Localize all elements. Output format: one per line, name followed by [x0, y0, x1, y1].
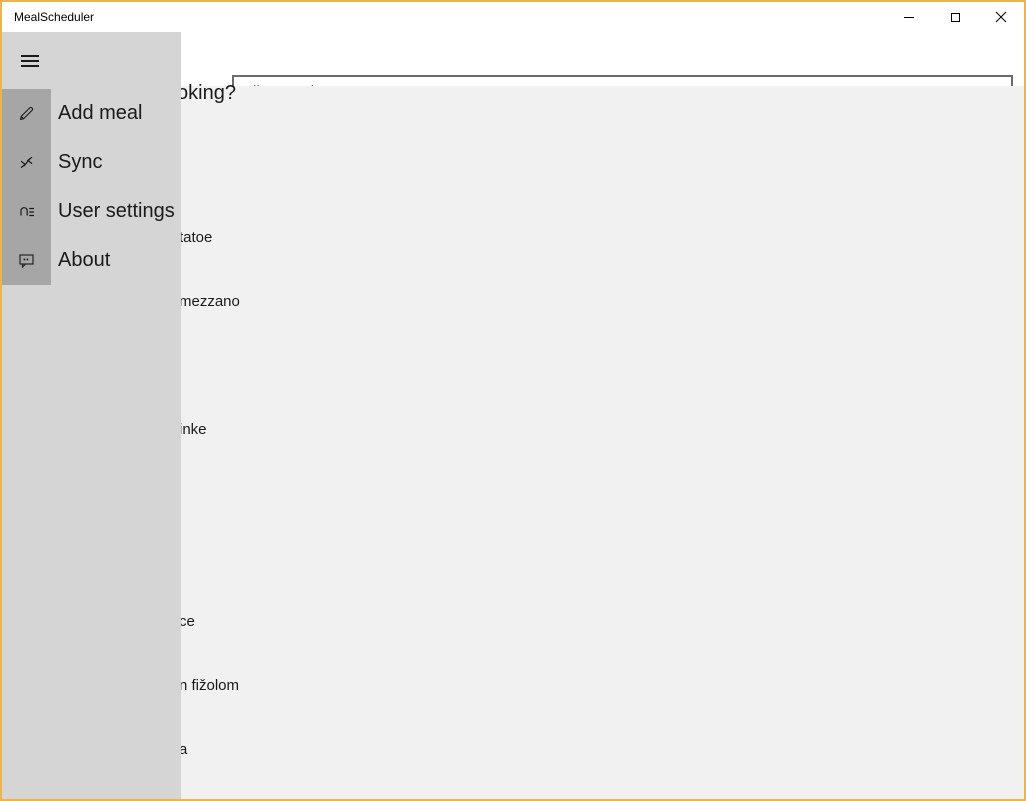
sync-icon: [20, 156, 33, 169]
nav-item-label: User settings: [58, 200, 175, 222]
maximize-button[interactable]: [932, 2, 978, 32]
meal-list-item[interactable]: ce: [179, 612, 195, 632]
nav-item-sync[interactable]: Sync: [2, 138, 181, 187]
nav-item-user-settings[interactable]: User settings: [2, 187, 181, 236]
nav-item-label: Add meal: [58, 102, 143, 124]
minimize-button[interactable]: [886, 2, 932, 32]
window-title: MealScheduler: [14, 10, 95, 24]
hamburger-icon: [21, 55, 39, 67]
feedback-bubble-icon: [19, 254, 34, 269]
meal-list-item[interactable]: mezzano: [179, 292, 240, 312]
meal-list-item[interactable]: n fižolom: [179, 676, 239, 696]
nav-pane: Add meal Sync User settings About: [2, 32, 181, 799]
app-window: MealScheduler oking? tatoe mezzano inke …: [0, 0, 1026, 801]
nav-item-label: Sync: [58, 151, 103, 173]
title-bar: MealScheduler: [2, 2, 1024, 32]
close-icon: [995, 11, 1007, 23]
nav-items: Add meal Sync User settings About: [2, 89, 181, 285]
pencil-icon: [19, 106, 34, 121]
maximize-icon: [950, 12, 960, 22]
meal-list-item[interactable]: inke: [179, 420, 207, 440]
nav-item-label: About: [58, 249, 111, 271]
minimize-icon: [904, 16, 914, 18]
nav-item-add-meal[interactable]: Add meal: [2, 89, 181, 138]
meal-list-item[interactable]: tatoe: [179, 228, 212, 248]
hamburger-button[interactable]: [12, 44, 60, 80]
window-controls: [886, 2, 1024, 32]
contact-info-icon: [20, 207, 34, 217]
cooking-question-label: oking?: [177, 82, 236, 104]
nav-item-about[interactable]: About: [2, 236, 181, 285]
close-button[interactable]: [978, 2, 1024, 32]
